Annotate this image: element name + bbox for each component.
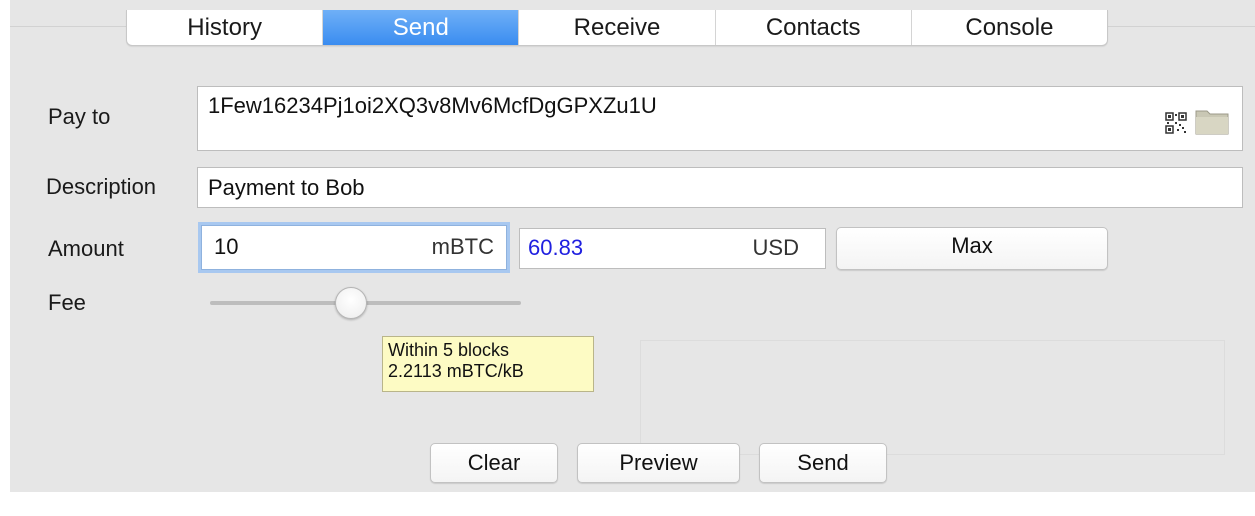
amount-fiat-unit: USD: [752, 235, 799, 260]
fee-slider-thumb[interactable]: [334, 287, 367, 319]
tooltip-line-1: Within 5 blocks: [388, 340, 510, 360]
description-field[interactable]: Payment to Bob: [197, 167, 1243, 208]
pay-to-value: 1Few16234Pj1oi2XQ3v8Mv6McfDgGPXZu1U: [208, 93, 657, 118]
tab-receive[interactable]: Receive: [519, 10, 716, 45]
amount-fiat-value: 60.83: [528, 235, 584, 260]
tab-send[interactable]: Send: [323, 10, 520, 45]
fee-info-panel: [640, 340, 1225, 455]
description-label: Description: [46, 174, 157, 199]
preview-button[interactable]: Preview: [577, 443, 740, 483]
tab-console[interactable]: Console: [912, 10, 1107, 45]
qr-code-icon[interactable]: [1165, 112, 1187, 134]
tab-history[interactable]: History: [127, 10, 324, 45]
tab-contacts[interactable]: Contacts: [716, 10, 912, 45]
amount-label: Amount: [48, 236, 124, 261]
amount-fiat-field[interactable]: 60.83 USD: [519, 228, 826, 269]
amount-btc-unit: mBTC: [431, 234, 494, 259]
pay-to-field[interactable]: 1Few16234Pj1oi2XQ3v8Mv6McfDgGPXZu1U: [197, 86, 1243, 151]
fee-label: Fee: [48, 290, 86, 315]
tooltip-line-2: 2.2113 mBTC/kB: [388, 361, 524, 381]
fee-tooltip: Within 5 blocks 2.2113 mBTC/kB: [382, 336, 594, 392]
max-button[interactable]: Max: [836, 227, 1108, 270]
folder-icon[interactable]: [1195, 107, 1229, 135]
tab-bar: History Send Receive Contacts Console: [126, 10, 1108, 46]
amount-btc-value: 10: [214, 234, 239, 259]
amount-btc-field[interactable]: 10 mBTC: [201, 225, 507, 270]
description-value: Payment to Bob: [208, 175, 365, 200]
send-window: History Send Receive Contacts Console Pa…: [10, 0, 1255, 492]
send-button[interactable]: Send: [759, 443, 887, 483]
pay-to-label: Pay to: [48, 104, 111, 129]
clear-button[interactable]: Clear: [430, 443, 558, 483]
